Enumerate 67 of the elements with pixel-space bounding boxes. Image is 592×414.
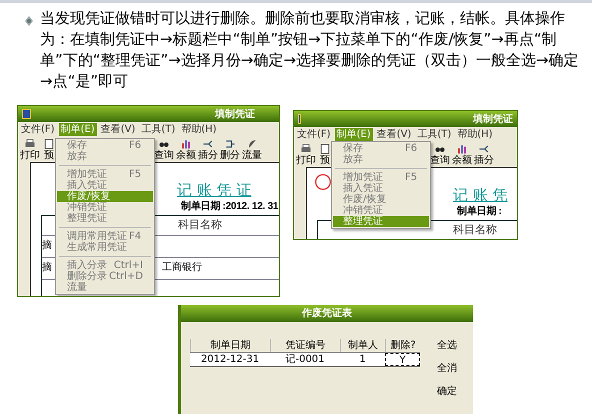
- toolbar-button[interactable]: 打印: [296, 143, 316, 166]
- window-title: 填制凭证: [473, 112, 513, 126]
- dialog-title: 作废凭证表: [302, 306, 352, 321]
- menu-option[interactable]: 放弃: [57, 151, 153, 162]
- menu-item[interactable]: 文件(F): [19, 122, 57, 136]
- page-icon: [42, 138, 56, 150]
- split-arrow-icon: [201, 138, 215, 150]
- menu-option[interactable]: 冲销凭证: [57, 202, 153, 213]
- menu-option[interactable]: 整理凭证: [57, 213, 153, 224]
- toolbar-button[interactable]: 删分: [220, 138, 240, 161]
- app-icon: [22, 109, 31, 119]
- menu-option[interactable]: 作废/恢复: [333, 194, 429, 205]
- table-cell-text: 1: [358, 353, 367, 366]
- menu-item[interactable]: 查看(V): [98, 122, 138, 136]
- page-icon: [318, 143, 332, 155]
- menu-option[interactable]: 冲销凭证: [333, 205, 429, 216]
- table-cell: Y: [385, 353, 420, 366]
- table-cell-text: 记-0001: [284, 353, 326, 366]
- menu-item[interactable]: 文件(F): [295, 128, 333, 140]
- bullet-text: 当发现凭证做错时可以进行删除。删除前也要取消审核，记账，结帐。具体操作为：在填制凭证中→标题栏中“制单”按钮→下拉菜单下的“作废/恢复”→再点“制单”下的“整理凭证”→选择月份→确定→选择要删除的凭证（双击）一般全选→确定→点“是”即可: [40, 8, 580, 92]
- bullet-icon: [22, 14, 36, 28]
- menu-option[interactable]: 生成常用凭证: [57, 242, 153, 253]
- menu-option[interactable]: 调用常用凭证 F4: [57, 231, 153, 242]
- voucher-title: 记 账 凭 证: [177, 181, 252, 200]
- menu-item[interactable]: 工具(T): [139, 122, 178, 136]
- menu-item[interactable]: 查看(V): [374, 128, 414, 140]
- toolbar-button[interactable]: 插分: [198, 138, 218, 161]
- menu-option[interactable]: 保存 F6: [333, 143, 429, 154]
- toolbar-button[interactable]: 插分: [474, 143, 494, 166]
- column-header: 删除?: [385, 339, 420, 352]
- toolbar-button[interactable]: 预: [42, 138, 56, 161]
- menu-option[interactable]: 增加凭证 F5: [57, 169, 153, 180]
- table-cell-text: 2012-12-31: [200, 353, 260, 366]
- column-header: 科目名称: [178, 217, 222, 234]
- printer-icon: [299, 143, 313, 155]
- toolbar-button[interactable]: 流量: [242, 138, 262, 161]
- account-cell-text: 工商银行: [162, 260, 202, 275]
- toolbar-button[interactable]: 预: [318, 143, 332, 166]
- summary-cell-text: 摘: [42, 238, 52, 253]
- menu-option[interactable]: 插入凭证: [333, 183, 429, 194]
- column-header: 凭证编号: [270, 339, 340, 352]
- voucher-title: 记 账 凭: [453, 186, 508, 205]
- window-title: 填制凭证: [215, 108, 255, 122]
- menu-item[interactable]: 工具(T): [415, 128, 454, 140]
- summary-cell-text: 摘: [42, 260, 52, 275]
- menu-option[interactable]: 插入凭证: [57, 180, 153, 191]
- column-header: 科目名称: [453, 222, 497, 238]
- printer-icon: [23, 138, 37, 150]
- toolbar-button[interactable]: 打印: [20, 138, 40, 161]
- menu-item[interactable]: 帮助(H): [179, 122, 219, 136]
- menu-option[interactable]: 增加凭证 F5: [333, 172, 429, 183]
- app-icon: [298, 114, 301, 124]
- menu-option[interactable]: 删除分录 Ctrl+D: [57, 271, 153, 282]
- menu-option[interactable]: 流量: [57, 282, 153, 293]
- column-header: 制单日期: [190, 339, 270, 352]
- menu-item[interactable]: 帮助(H): [455, 128, 495, 140]
- menu-option[interactable]: 保存 F6: [57, 140, 153, 151]
- toolbar-button[interactable]: 余额: [452, 143, 472, 166]
- voucher-date: 制单日期 :: [457, 205, 502, 218]
- column-header: 制单人: [340, 339, 385, 352]
- menu-option[interactable]: 放弃: [333, 154, 429, 165]
- toolbar-button[interactable]: 查询: [154, 138, 174, 161]
- voucher-date: 制单日期 :2012. 12. 31: [181, 200, 278, 213]
- toolbar-button[interactable]: 查询: [430, 143, 450, 166]
- toolbar-button[interactable]: 余额: [176, 138, 196, 161]
- menu-option[interactable]: 插入分录 Ctrl+I: [57, 260, 153, 271]
- split-arrow-icon: [477, 143, 491, 155]
